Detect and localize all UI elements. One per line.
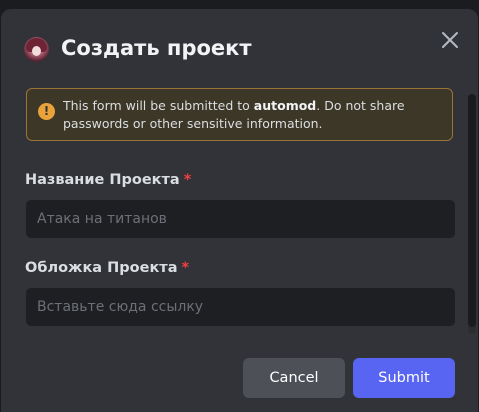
notice-app-name: automod bbox=[253, 98, 317, 113]
project-cover-label-text: Обложка Проекта bbox=[25, 260, 178, 276]
notice-text: This form will be submitted to automod. … bbox=[63, 97, 443, 133]
close-button[interactable] bbox=[437, 27, 463, 53]
project-name-label-text: Название Проекта bbox=[25, 172, 180, 188]
warning-notice: ! This form will be submitted to automod… bbox=[26, 88, 453, 141]
scrollbar-thumb[interactable] bbox=[468, 94, 476, 327]
submit-button[interactable]: Submit bbox=[353, 358, 455, 398]
modal-title: Создать проект bbox=[61, 36, 252, 60]
modal-footer: Cancel Submit bbox=[1, 342, 478, 412]
close-icon bbox=[442, 32, 458, 48]
avatar bbox=[24, 37, 49, 62]
project-cover-label: Обложка Проекта * bbox=[25, 260, 189, 276]
project-name-input[interactable] bbox=[26, 200, 455, 238]
create-project-modal: Создать проект ! This form will be submi… bbox=[1, 9, 478, 412]
avatar-face bbox=[32, 46, 41, 56]
project-cover-input[interactable] bbox=[26, 288, 455, 326]
notice-text-prefix: This form will be submitted to bbox=[63, 98, 254, 113]
warning-icon: ! bbox=[38, 103, 55, 120]
project-name-label: Название Проекта * bbox=[25, 172, 191, 188]
required-mark: * bbox=[183, 172, 192, 188]
modal-content: ! This form will be submitted to automod… bbox=[1, 81, 478, 342]
required-mark: * bbox=[181, 260, 190, 276]
modal-header: Создать проект bbox=[1, 9, 478, 81]
cancel-button[interactable]: Cancel bbox=[243, 358, 345, 398]
